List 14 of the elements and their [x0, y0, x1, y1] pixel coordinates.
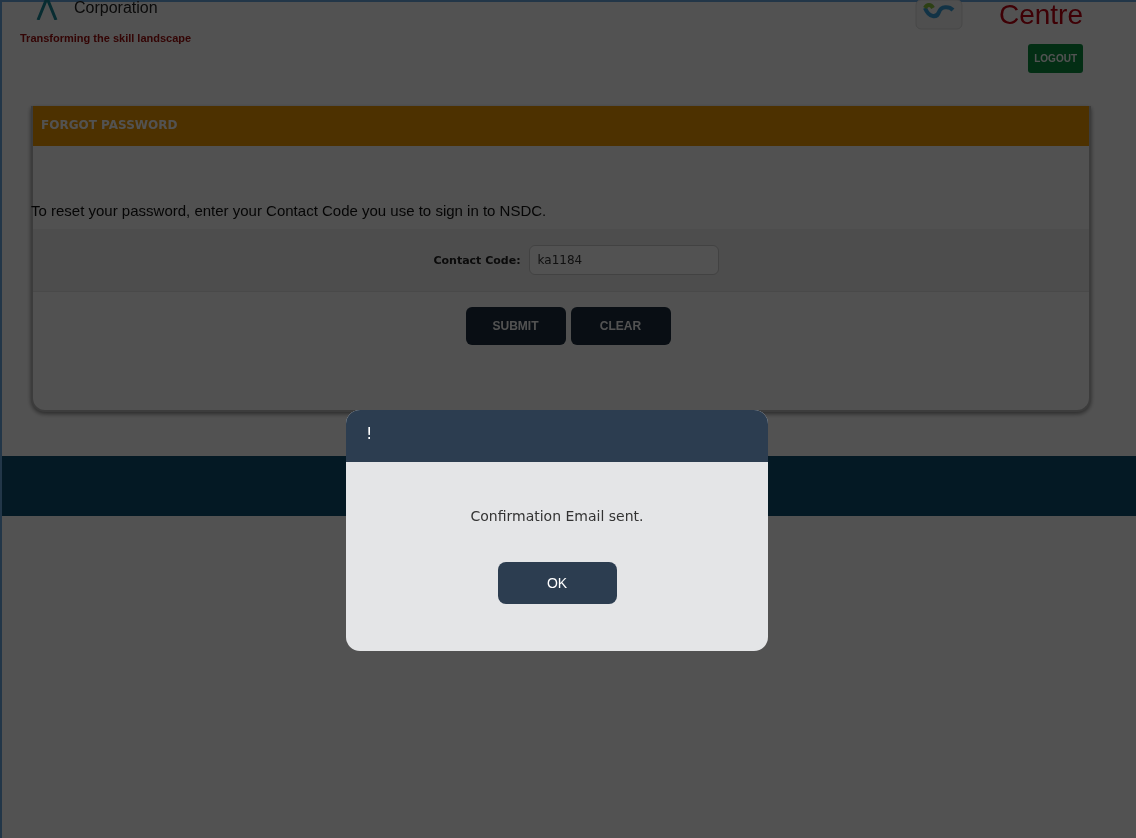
dialog-title: !	[346, 410, 768, 462]
logout-button[interactable]: LOGOUT	[1028, 44, 1083, 73]
logo-icon	[34, 0, 60, 20]
ok-button[interactable]: OK	[497, 562, 617, 604]
contact-code-field[interactable]: ka1184	[528, 245, 719, 275]
centre-title: Centre	[998, 0, 1083, 32]
instruction-text: To reset your password, enter your Contact Code you use to sign in to NSDC.	[31, 202, 548, 219]
form-button[interactable]: CLEAR	[570, 307, 671, 345]
tagline: Transforming the skill landscape	[20, 32, 192, 44]
panel-title: FORGOT PASSWORD	[33, 106, 1089, 146]
dialog-message: Confirmation Email sent.	[470, 508, 644, 524]
organization-name: Corporation	[74, 0, 158, 17]
field-label: Contact Code:	[433, 253, 521, 267]
form-button[interactable]: SUBMIT	[465, 307, 566, 345]
